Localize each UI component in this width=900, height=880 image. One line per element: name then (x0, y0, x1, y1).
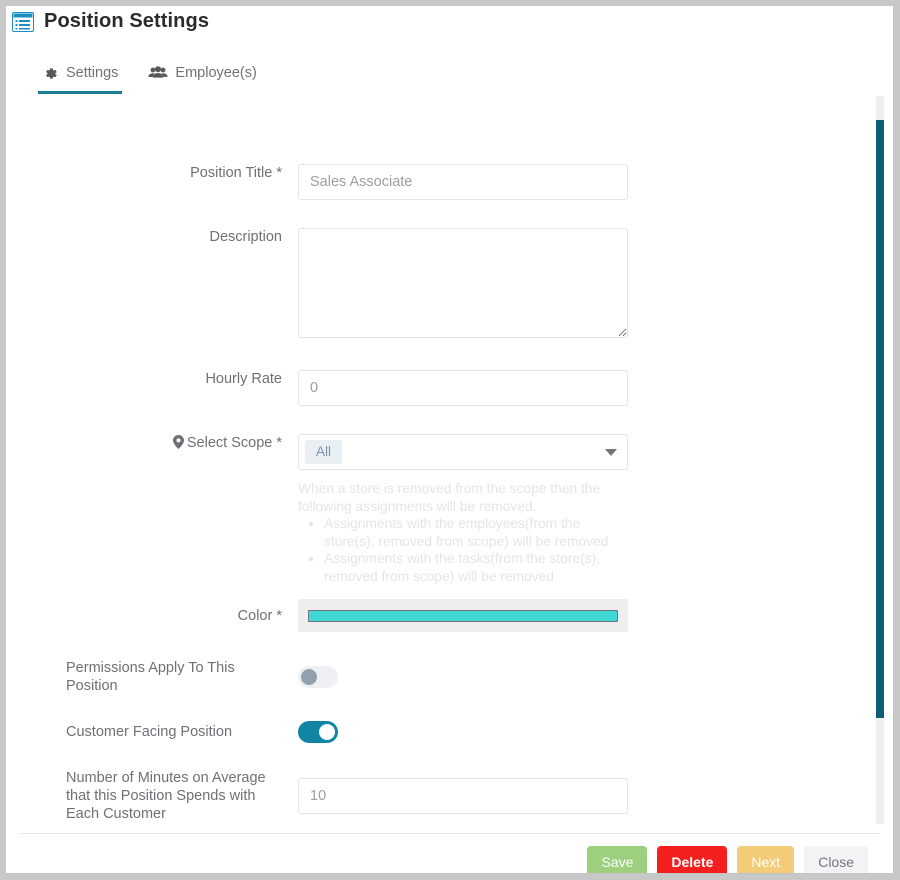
scope-help-block: When a store is removed from the scope t… (6, 470, 886, 585)
scope-chip-all[interactable]: All (305, 440, 343, 464)
description-label: Description (209, 229, 282, 245)
toggle-knob (319, 724, 335, 740)
tab-settings[interactable]: Settings (38, 61, 123, 94)
chevron-down-icon[interactable] (605, 449, 617, 456)
position-title-label: Position Title * (190, 165, 282, 181)
delete-button[interactable]: Delete (657, 846, 728, 873)
customer-facing-toggle-label: Customer Facing Position (66, 724, 233, 740)
scope-help-bullet: Assignments with the employees(from the … (324, 515, 634, 550)
field-color: Color * (6, 599, 886, 632)
description-textarea[interactable] (298, 228, 628, 338)
color-label: Color * (237, 607, 282, 624)
page-title: Position Settings (44, 10, 210, 32)
customer-facing-toggle[interactable] (298, 721, 338, 743)
window-list-icon (12, 11, 34, 32)
scope-help-list: Assignments with the employees(from the … (298, 515, 634, 585)
field-minutes-per-customer: Number of Minutes on Average that this P… (6, 769, 886, 823)
field-customer-facing-toggle: Customer Facing Position (6, 721, 886, 743)
toggle-knob (301, 669, 317, 685)
field-permissions-toggle: Permissions Apply To This Position (6, 659, 886, 695)
tab-bar: Settings Employee(s) (38, 61, 261, 94)
tab-employees-label: Employee(s) (175, 65, 257, 81)
map-pin-icon (172, 435, 184, 454)
window-header: Position Settings (12, 10, 209, 33)
screenshot-root: Position Settings Settings Employee(s) P… (0, 0, 900, 880)
scope-help-intro: When a store is removed from the scope t… (298, 481, 601, 514)
footer-divider (20, 833, 880, 834)
select-scope-dropdown[interactable]: All (298, 434, 628, 470)
permissions-toggle[interactable] (298, 666, 338, 688)
field-position-title: Position Title * (6, 164, 886, 200)
position-title-input[interactable] (298, 164, 628, 200)
vertical-scrollbar[interactable] (873, 96, 887, 824)
field-description: Description (6, 228, 886, 343)
field-select-scope: Select Scope * All (6, 434, 886, 470)
save-button[interactable]: Save (587, 846, 648, 873)
select-scope-label: Select Scope * (6, 434, 298, 454)
hourly-rate-label: Hourly Rate (205, 371, 282, 387)
minutes-per-customer-input[interactable] (298, 778, 628, 814)
tab-settings-label: Settings (66, 65, 119, 81)
scope-help-bullet: Assignments with the tasks(from the stor… (324, 550, 634, 585)
field-hourly-rate: Hourly Rate (6, 370, 886, 406)
footer-actions: Save Delete Next Close (587, 846, 868, 873)
color-picker[interactable] (298, 599, 628, 632)
scrollbar-edge (884, 96, 887, 824)
settings-form: Position Title * Description Hourly Rate (6, 106, 886, 823)
gear-icon (42, 66, 59, 81)
minutes-per-customer-label: Number of Minutes on Average that this P… (66, 770, 266, 822)
scope-help-text: When a store is removed from the scope t… (298, 480, 634, 585)
hourly-rate-input[interactable] (298, 370, 628, 406)
permissions-toggle-label: Permissions Apply To This Position (66, 660, 235, 694)
position-settings-window: Position Settings Settings Employee(s) P… (6, 6, 894, 874)
color-swatch[interactable] (308, 609, 618, 622)
next-button[interactable]: Next (737, 846, 795, 873)
select-scope-label-text: Select Scope * (186, 435, 282, 451)
users-icon (148, 65, 169, 81)
tab-employees[interactable]: Employee(s) (144, 61, 260, 94)
close-button[interactable]: Close (804, 846, 868, 873)
